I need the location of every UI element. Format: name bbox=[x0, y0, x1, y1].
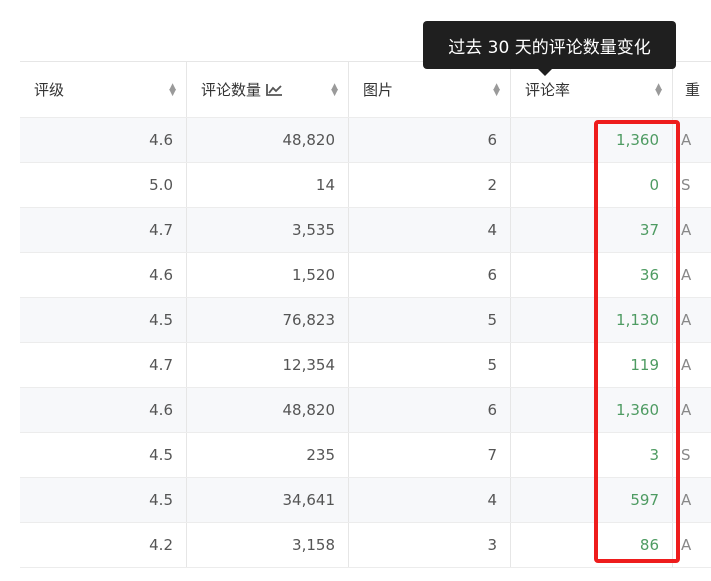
table-row[interactable]: 4.5 76,823 5 1,130 A bbox=[20, 298, 711, 343]
review-count-cell: 76,823 bbox=[187, 298, 349, 342]
review-rate-cell: 36 bbox=[511, 253, 673, 297]
images-cell: 6 bbox=[349, 253, 511, 297]
table-row[interactable]: 4.7 3,535 4 37 A bbox=[20, 208, 711, 253]
images-cell: 4 bbox=[349, 478, 511, 522]
column-header-label: 评论数量 bbox=[201, 81, 262, 99]
rating-cell: 4.5 bbox=[20, 298, 187, 342]
rating-cell: 5.0 bbox=[20, 163, 187, 207]
data-table: 评级 ▲ ▼ 评论数量 ▲ ▼ 图片 ▲ ▼ 评论率 ▲ ▼ 重 4.6 48,… bbox=[20, 61, 711, 568]
table-row[interactable]: 4.5 235 7 3 S bbox=[20, 433, 711, 478]
truncated-cell: A bbox=[681, 491, 692, 509]
images-cell: 6 bbox=[349, 118, 511, 162]
column-header-images[interactable]: 图片 ▲ ▼ bbox=[349, 62, 511, 117]
column-header-label: 重 bbox=[685, 81, 701, 99]
review-count-cell: 14 bbox=[187, 163, 349, 207]
truncated-cell: A bbox=[681, 356, 692, 374]
truncated-cell: A bbox=[681, 221, 692, 239]
rating-cell: 4.2 bbox=[20, 523, 187, 567]
table-row[interactable]: 4.6 1,520 6 36 A bbox=[20, 253, 711, 298]
rating-cell: 4.5 bbox=[20, 478, 187, 522]
column-header-label: 评论率 bbox=[525, 81, 571, 99]
table-row[interactable]: 4.7 12,354 5 119 A bbox=[20, 343, 711, 388]
truncated-cell: S bbox=[681, 176, 691, 194]
truncated-cell: A bbox=[681, 131, 692, 149]
column-header-rating[interactable]: 评级 ▲ ▼ bbox=[20, 62, 187, 117]
truncated-cell: S bbox=[681, 446, 691, 464]
trend-chart-icon[interactable] bbox=[265, 83, 283, 97]
review-count-cell: 3,535 bbox=[187, 208, 349, 252]
review-count-cell: 48,820 bbox=[187, 118, 349, 162]
review-count-cell: 48,820 bbox=[187, 388, 349, 432]
rating-cell: 4.7 bbox=[20, 343, 187, 387]
images-cell: 5 bbox=[349, 298, 511, 342]
table-header-row: 评级 ▲ ▼ 评论数量 ▲ ▼ 图片 ▲ ▼ 评论率 ▲ ▼ 重 bbox=[20, 61, 711, 118]
sort-updown-icon[interactable]: ▲ ▼ bbox=[169, 82, 176, 97]
rating-cell: 4.7 bbox=[20, 208, 187, 252]
tooltip-text: 过去 30 天的评论数量变化 bbox=[448, 37, 651, 58]
table-row[interactable]: 5.0 14 2 0 S bbox=[20, 163, 711, 208]
rating-cell: 4.6 bbox=[20, 118, 187, 162]
review-count-cell: 235 bbox=[187, 433, 349, 477]
review-rate-cell: 3 bbox=[511, 433, 673, 477]
truncated-cell: A bbox=[681, 311, 692, 329]
table-body: 4.6 48,820 6 1,360 A 5.0 14 2 0 S 4.7 3,535 4 37 A 4.6 1… bbox=[20, 118, 711, 568]
truncated-cell: A bbox=[681, 536, 692, 554]
rating-cell: 4.6 bbox=[20, 388, 187, 432]
column-header-truncated[interactable]: 重 bbox=[673, 62, 711, 117]
review-rate-cell: 0 bbox=[511, 163, 673, 207]
review-rate-cell: 86 bbox=[511, 523, 673, 567]
sort-updown-icon[interactable]: ▲ ▼ bbox=[655, 82, 662, 97]
column-header-review-rate[interactable]: 评论率 ▲ ▼ bbox=[511, 62, 673, 117]
images-cell: 3 bbox=[349, 523, 511, 567]
review-rate-cell: 37 bbox=[511, 208, 673, 252]
review-count-cell: 3,158 bbox=[187, 523, 349, 567]
images-cell: 7 bbox=[349, 433, 511, 477]
column-header-review-count[interactable]: 评论数量 ▲ ▼ bbox=[187, 62, 349, 117]
sort-updown-icon[interactable]: ▲ ▼ bbox=[493, 82, 500, 97]
review-count-cell: 34,641 bbox=[187, 478, 349, 522]
truncated-cell: A bbox=[681, 401, 692, 419]
rating-cell: 4.6 bbox=[20, 253, 187, 297]
table-row[interactable]: 4.6 48,820 6 1,360 A bbox=[20, 388, 711, 433]
review-rate-cell: 597 bbox=[511, 478, 673, 522]
images-cell: 2 bbox=[349, 163, 511, 207]
images-cell: 5 bbox=[349, 343, 511, 387]
column-header-label: 评级 bbox=[34, 81, 65, 99]
images-cell: 4 bbox=[349, 208, 511, 252]
review-rate-cell: 1,360 bbox=[511, 118, 673, 162]
table-row[interactable]: 4.5 34,641 4 597 A bbox=[20, 478, 711, 523]
truncated-cell: A bbox=[681, 266, 692, 284]
table-row[interactable]: 4.6 48,820 6 1,360 A bbox=[20, 118, 711, 163]
review-count-cell: 1,520 bbox=[187, 253, 349, 297]
review-count-cell: 12,354 bbox=[187, 343, 349, 387]
review-rate-cell: 119 bbox=[511, 343, 673, 387]
images-cell: 6 bbox=[349, 388, 511, 432]
review-rate-cell: 1,360 bbox=[511, 388, 673, 432]
column-header-label: 图片 bbox=[363, 81, 394, 99]
tooltip-arrow bbox=[537, 68, 553, 76]
tooltip: 过去 30 天的评论数量变化 bbox=[423, 21, 676, 69]
rating-cell: 4.5 bbox=[20, 433, 187, 477]
table-row[interactable]: 4.2 3,158 3 86 A bbox=[20, 523, 711, 568]
review-rate-cell: 1,130 bbox=[511, 298, 673, 342]
sort-updown-icon[interactable]: ▲ ▼ bbox=[331, 82, 338, 97]
